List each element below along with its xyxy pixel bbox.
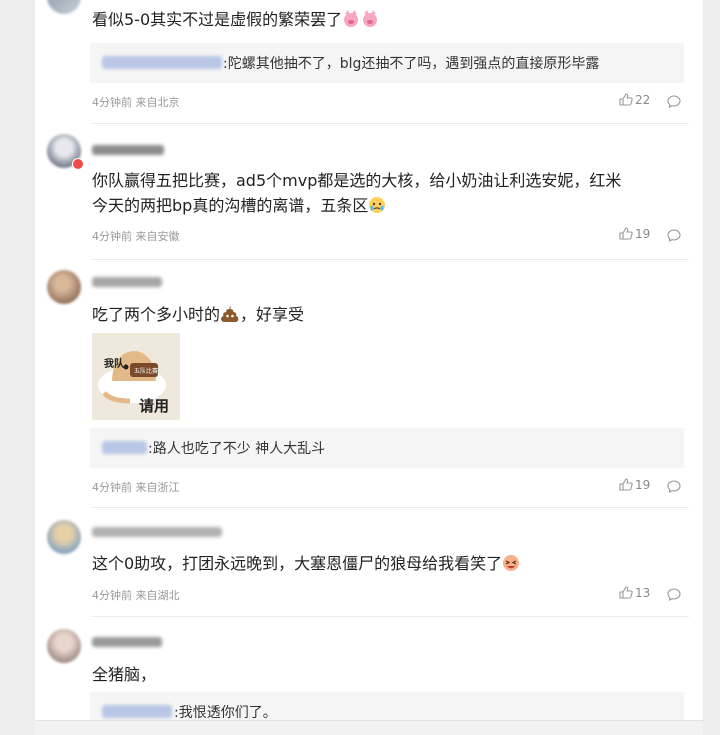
thumbs-up-icon bbox=[619, 227, 633, 240]
pig-face-emoji bbox=[342, 10, 380, 35]
like-count: 13 bbox=[635, 586, 651, 600]
reply-text: :我恨透你们了。 bbox=[174, 705, 277, 721]
reply-button[interactable] bbox=[667, 478, 681, 497]
comment-bubble-icon bbox=[667, 588, 681, 601]
like-button[interactable]: 19 bbox=[619, 478, 650, 492]
reply-text: :路人也吃了不少 神人大乱斗 bbox=[148, 441, 326, 457]
sticker-plate-label: 五队比赛 bbox=[134, 368, 159, 375]
location: 来自安徽 bbox=[135, 230, 180, 243]
comment-text: 吃了两个多小时的 ，好享受 bbox=[92, 302, 304, 330]
comment-meta: 4分钟前 来自安徽 bbox=[92, 228, 180, 244]
sticker-image[interactable]: 我队 五队比赛 请用 bbox=[92, 333, 180, 420]
reply-box[interactable]: :路人也吃了不少 神人大乱斗 bbox=[90, 428, 684, 468]
divider bbox=[91, 259, 689, 260]
avatar[interactable] bbox=[47, 520, 81, 554]
like-button[interactable]: 13 bbox=[619, 586, 650, 600]
comment-meta: 4分钟前 来自北京 bbox=[92, 94, 180, 110]
comment-text: 全猪脑， bbox=[92, 665, 157, 684]
username[interactable] bbox=[92, 145, 164, 155]
avatar[interactable] bbox=[47, 270, 81, 304]
crying-face-emoji bbox=[368, 196, 386, 221]
comment-text: 看似5-0其实不过是虚假的繁荣罢了 bbox=[92, 7, 380, 35]
comment-text: 你队赢得五把比赛，ad5个mvp都是选的大核，给小奶油让利选安妮，红米 今天的两… bbox=[92, 168, 621, 221]
horizontal-scrollbar[interactable] bbox=[35, 720, 703, 735]
reply-username[interactable] bbox=[102, 441, 147, 454]
comment-list: 看似5-0其实不过是虚假的繁荣罢了 :陀螺其他抽不了，blg还抽不了吗，遇到强点… bbox=[35, 0, 703, 735]
location: 来自湖北 bbox=[135, 589, 180, 602]
like-count: 19 bbox=[635, 478, 651, 492]
thumbs-up-icon bbox=[619, 478, 633, 491]
reply-username[interactable] bbox=[102, 705, 172, 718]
username[interactable] bbox=[92, 637, 162, 647]
timestamp: 4分钟前 bbox=[92, 96, 132, 109]
reply-button[interactable] bbox=[667, 586, 681, 605]
like-button[interactable]: 22 bbox=[619, 93, 650, 107]
thumbs-up-icon bbox=[619, 586, 633, 599]
like-count: 19 bbox=[635, 227, 651, 241]
username[interactable] bbox=[92, 277, 162, 287]
comment-bubble-icon bbox=[667, 95, 681, 108]
sticker-label: 我队 bbox=[104, 359, 124, 370]
timestamp: 4分钟前 bbox=[92, 481, 132, 494]
location: 来自北京 bbox=[135, 96, 180, 109]
comment-text: 这个0助攻，打团永远晚到，大塞恩僵尸的狼母给我看笑了 bbox=[92, 551, 520, 579]
divider bbox=[91, 616, 689, 617]
avatar[interactable] bbox=[47, 629, 81, 663]
comment-meta: 4分钟前 来自浙江 bbox=[92, 479, 180, 495]
sticker-caption: 请用 bbox=[139, 397, 170, 415]
like-count: 22 bbox=[635, 93, 651, 107]
avatar[interactable] bbox=[47, 0, 81, 14]
verified-badge-icon bbox=[72, 158, 84, 170]
comment-bubble-icon bbox=[667, 229, 681, 242]
timestamp: 4分钟前 bbox=[92, 589, 132, 602]
thumbs-up-icon bbox=[619, 93, 633, 106]
comment-meta: 4分钟前 来自湖北 bbox=[92, 587, 180, 603]
comment-bubble-icon bbox=[667, 480, 681, 493]
reply-username[interactable] bbox=[102, 56, 222, 69]
reply-button[interactable] bbox=[667, 227, 681, 246]
timestamp: 4分钟前 bbox=[92, 230, 132, 243]
poop-emoji bbox=[220, 305, 240, 330]
reply-box[interactable]: :陀螺其他抽不了，blg还抽不了吗，遇到强点的直接原形毕露 bbox=[90, 43, 684, 83]
location: 来自浙江 bbox=[135, 481, 180, 494]
laughing-face-emoji bbox=[502, 554, 520, 579]
divider bbox=[91, 507, 689, 508]
reply-button[interactable] bbox=[667, 93, 681, 112]
divider bbox=[91, 123, 689, 124]
username[interactable] bbox=[92, 527, 222, 537]
like-button[interactable]: 19 bbox=[619, 227, 650, 241]
reply-text: :陀螺其他抽不了，blg还抽不了吗，遇到强点的直接原形毕露 bbox=[223, 56, 600, 72]
